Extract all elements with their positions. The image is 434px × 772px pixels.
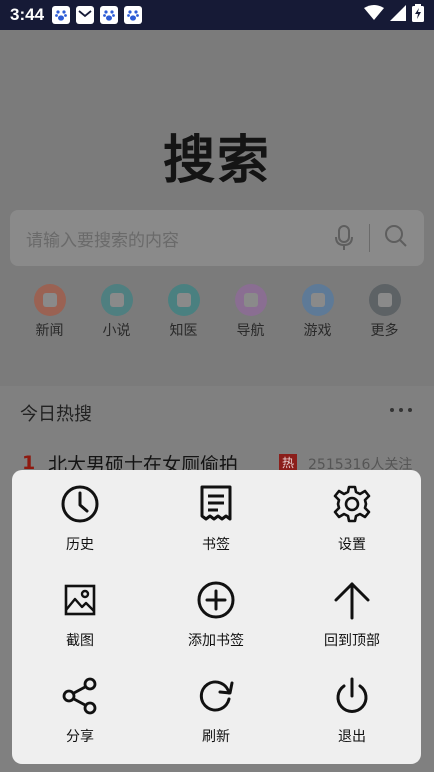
menu-item-history[interactable]: 历史: [12, 470, 148, 566]
microphone-icon[interactable]: [333, 224, 355, 252]
mail-icon: [76, 6, 95, 24]
hot-search-title: 今日热搜: [20, 404, 92, 425]
navigation-icon: [234, 284, 267, 316]
refresh-icon: [196, 676, 236, 716]
action-menu-sheet: 历史 书签 设置 截图 添加书签 回到顶部 分享 刷新 退出: [12, 470, 421, 764]
status-bar: 3:44: [0, 0, 434, 30]
quick-link-games[interactable]: 游戏: [284, 284, 351, 340]
menu-item-label: 书签: [202, 537, 230, 553]
power-icon: [332, 676, 372, 716]
news-icon: [33, 284, 66, 316]
search-box[interactable]: 请输入要搜索的内容: [10, 210, 424, 266]
more-dots-icon[interactable]: [390, 408, 412, 414]
search-icon[interactable]: [384, 224, 408, 252]
baidu-paw-icon: [124, 6, 143, 24]
quick-link-label: 新闻: [35, 323, 64, 339]
menu-item-label: 截图: [66, 633, 94, 649]
status-time: 3:44: [10, 5, 45, 24]
menu-item-label: 设置: [338, 537, 366, 553]
history-clock-icon: [60, 484, 100, 524]
bookmark-receipt-icon: [196, 484, 236, 524]
share-icon: [60, 676, 100, 716]
menu-item-label: 分享: [66, 729, 94, 745]
menu-item-label: 历史: [66, 537, 94, 553]
menu-item-settings[interactable]: 设置: [284, 470, 420, 566]
novel-icon: [100, 284, 133, 316]
quick-link-medical[interactable]: 知医: [150, 284, 217, 340]
quick-link-news[interactable]: 新闻: [16, 284, 83, 340]
add-circle-icon: [196, 580, 236, 620]
search-input[interactable]: 请输入要搜索的内容: [26, 226, 333, 251]
screenshot-image-icon: [60, 580, 100, 620]
menu-item-exit[interactable]: 退出: [284, 662, 420, 758]
quick-links: 新闻 小说 知医 导航 游戏 更多: [0, 284, 434, 354]
search-divider: [369, 224, 370, 252]
quick-link-label: 更多: [370, 323, 399, 339]
arrow-up-icon: [332, 580, 372, 620]
quick-link-navigation[interactable]: 导航: [217, 284, 284, 340]
medical-kit-icon: [167, 284, 200, 316]
menu-item-label: 添加书签: [188, 633, 244, 649]
menu-item-label: 回到顶部: [324, 633, 380, 649]
menu-item-share[interactable]: 分享: [12, 662, 148, 758]
quick-link-more[interactable]: 更多: [351, 284, 418, 340]
signal-icon: [390, 5, 406, 25]
menu-item-bookmarks[interactable]: 书签: [148, 470, 284, 566]
battery-charging-icon: [412, 4, 424, 26]
menu-item-back-to-top[interactable]: 回到顶部: [284, 566, 420, 662]
menu-item-label: 刷新: [202, 729, 230, 745]
gamepad-icon: [301, 284, 334, 316]
quick-link-label: 导航: [236, 323, 265, 339]
baidu-paw-icon: [52, 6, 71, 24]
quick-link-label: 知医: [169, 323, 198, 339]
wifi-icon: [364, 5, 384, 25]
quick-link-novel[interactable]: 小说: [83, 284, 150, 340]
more-chevron-icon: [368, 284, 401, 316]
quick-link-label: 游戏: [303, 323, 332, 339]
quick-link-label: 小说: [102, 323, 131, 339]
menu-item-label: 退出: [338, 729, 366, 745]
gear-icon: [332, 484, 372, 524]
search-logo: 搜索: [162, 131, 271, 191]
menu-item-refresh[interactable]: 刷新: [148, 662, 284, 758]
menu-item-add-bookmark[interactable]: 添加书签: [148, 566, 284, 662]
menu-item-screenshot[interactable]: 截图: [12, 566, 148, 662]
baidu-paw-icon: [100, 6, 119, 24]
